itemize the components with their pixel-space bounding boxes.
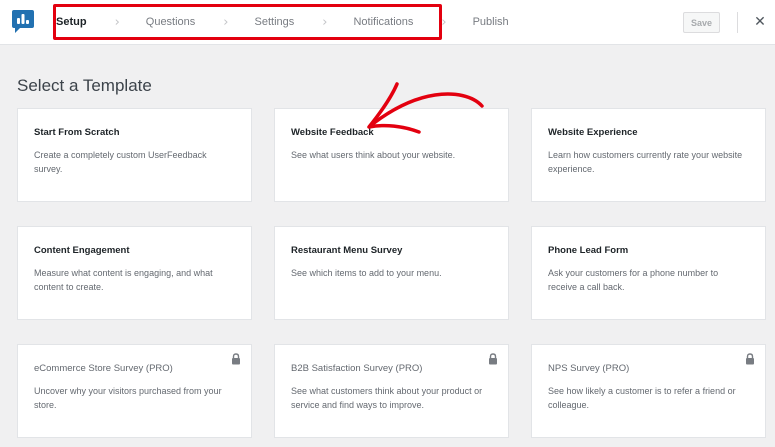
template-card-description: See which items to add to your menu. xyxy=(291,268,442,278)
header-divider xyxy=(737,12,738,33)
page-title: Select a Template xyxy=(17,76,152,95)
template-card-title: Website Feedback xyxy=(291,127,374,138)
template-card-nps-survey[interactable]: NPS Survey (PRO) See how likely a custom… xyxy=(531,344,766,438)
template-card-title: Content Engagement xyxy=(34,245,130,256)
template-card-phone-lead-form[interactable]: Phone Lead Form Ask your customers for a… xyxy=(531,226,766,320)
template-card-description: Ask your customers for a phone number to… xyxy=(548,268,719,292)
template-card-description: Uncover why your visitors purchased from… xyxy=(34,386,222,410)
top-bar: Setup › Questions › Settings › Notificat… xyxy=(0,0,775,45)
template-card-website-experience[interactable]: Website Experience Learn how customers c… xyxy=(531,108,766,202)
template-card-website-feedback[interactable]: Website Feedback See what users think ab… xyxy=(274,108,509,202)
template-card-title: Website Experience xyxy=(548,127,638,138)
lock-icon xyxy=(489,353,497,365)
save-button[interactable]: Save xyxy=(683,12,720,33)
template-card-description: See what customers think about your prod… xyxy=(291,386,483,410)
template-card-content-engagement[interactable]: Content Engagement Measure what content … xyxy=(17,226,252,320)
template-card-description: Measure what content is engaging, and wh… xyxy=(34,268,213,292)
template-card-title: NPS Survey (PRO) xyxy=(548,363,630,374)
template-card-title: Start From Scratch xyxy=(34,127,120,138)
template-card-b2b-satisfaction-survey[interactable]: B2B Satisfaction Survey (PRO) See what c… xyxy=(274,344,509,438)
lock-icon xyxy=(746,353,754,365)
template-card-title: eCommerce Store Survey (PRO) xyxy=(34,363,173,374)
steps-highlight-annotation xyxy=(53,4,442,40)
template-card-title: Phone Lead Form xyxy=(548,245,629,256)
template-card-restaurant-menu-survey[interactable]: Restaurant Menu Survey See which items t… xyxy=(274,226,509,320)
template-card-title: B2B Satisfaction Survey (PRO) xyxy=(291,363,423,374)
template-card-description: See how likely a customer is to refer a … xyxy=(548,386,736,410)
template-card-ecommerce-store-survey[interactable]: eCommerce Store Survey (PRO) Uncover why… xyxy=(17,344,252,438)
step-publish[interactable]: Publish xyxy=(473,16,509,28)
close-icon[interactable]: ✕ xyxy=(752,14,768,30)
chevron-right-icon: › xyxy=(441,14,447,30)
template-card-title: Restaurant Menu Survey xyxy=(291,245,403,256)
template-card-description: See what users think about your website. xyxy=(291,150,456,160)
template-card-start-from-scratch[interactable]: Start From Scratch Create a completely c… xyxy=(17,108,252,202)
userfeedback-logo-icon[interactable] xyxy=(11,9,35,34)
lock-icon xyxy=(232,353,240,365)
template-card-description: Learn how customers currently rate your … xyxy=(548,150,743,174)
template-card-description: Create a completely custom UserFeedback … xyxy=(34,150,207,174)
